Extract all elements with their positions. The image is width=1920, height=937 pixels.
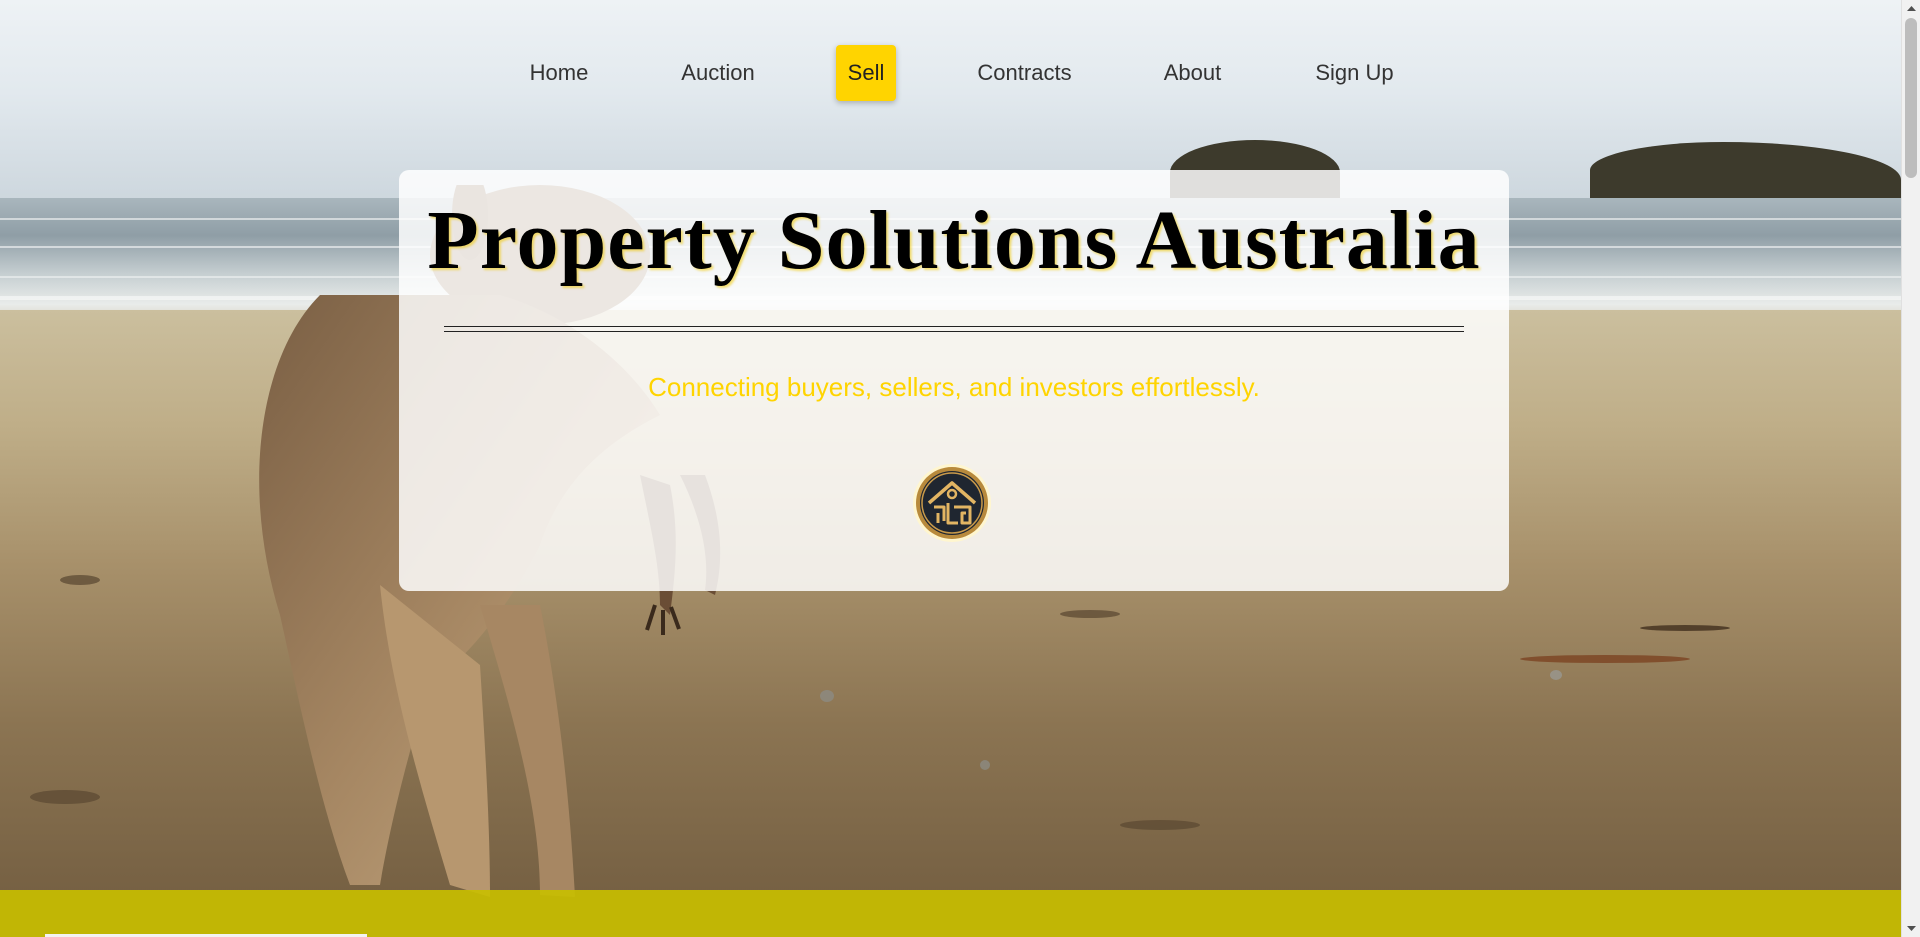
nav-about[interactable]: About xyxy=(1161,45,1224,101)
scroll-down-arrow-icon[interactable] xyxy=(1902,920,1920,937)
nav-contracts[interactable]: Contracts xyxy=(975,45,1074,101)
hero-subtitle: Connecting buyers, sellers, and investor… xyxy=(648,372,1260,402)
scroll-up-arrow-icon[interactable] xyxy=(1902,0,1920,17)
page-scrollbar[interactable] xyxy=(1901,0,1920,937)
nav-home[interactable]: Home xyxy=(529,45,589,101)
title-divider xyxy=(444,326,1464,332)
scrollbar-thumb[interactable] xyxy=(1905,18,1917,178)
footer-band xyxy=(0,890,1901,937)
nav-sign-up[interactable]: Sign Up xyxy=(1313,45,1396,101)
main-nav: Home Auction Sell Contracts About Sign U… xyxy=(0,45,1901,101)
nav-auction[interactable]: Auction xyxy=(679,45,757,101)
page-title: Property Solutions Australia xyxy=(427,194,1481,287)
house-emblem-icon[interactable] xyxy=(912,463,992,543)
nav-sell[interactable]: Sell xyxy=(836,45,896,101)
hero-card: Property Solutions Australia Connecting … xyxy=(399,170,1509,591)
